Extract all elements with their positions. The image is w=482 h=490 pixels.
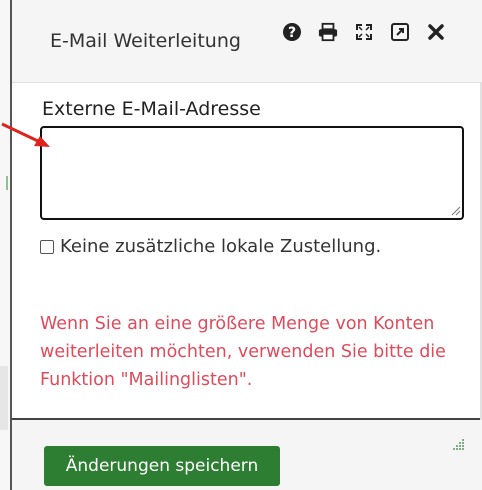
close-icon[interactable] [426, 22, 446, 42]
local-delivery-checkbox[interactable] [40, 239, 54, 254]
external-link-icon[interactable] [390, 22, 410, 42]
mailinglist-notice: Wenn Sie an eine größere Menge von Konte… [40, 314, 446, 390]
email-field-label: Externe E-Mail-Adresse [42, 98, 261, 120]
save-button[interactable]: Änderungen speichern [44, 446, 280, 486]
help-icon[interactable]: ? [282, 22, 302, 42]
header-toolbar: ? [282, 22, 446, 42]
dialog-resize-grip-icon[interactable] [451, 437, 465, 451]
email-field[interactable] [40, 126, 464, 220]
expand-icon[interactable] [354, 22, 374, 42]
print-icon[interactable] [318, 22, 338, 42]
dialog-title: E-Mail Weiterleitung [50, 30, 241, 52]
local-delivery-label: Keine zusätzliche lokale Zustellung. [60, 236, 382, 257]
background-page-mark [6, 176, 8, 190]
svg-text:?: ? [288, 25, 296, 41]
resize-handle-icon[interactable] [449, 204, 461, 216]
annotation-arrow-icon [1, 122, 50, 147]
background-page-block [0, 366, 8, 430]
local-delivery-option[interactable]: Keine zusätzliche lokale Zustellung. [40, 236, 381, 257]
